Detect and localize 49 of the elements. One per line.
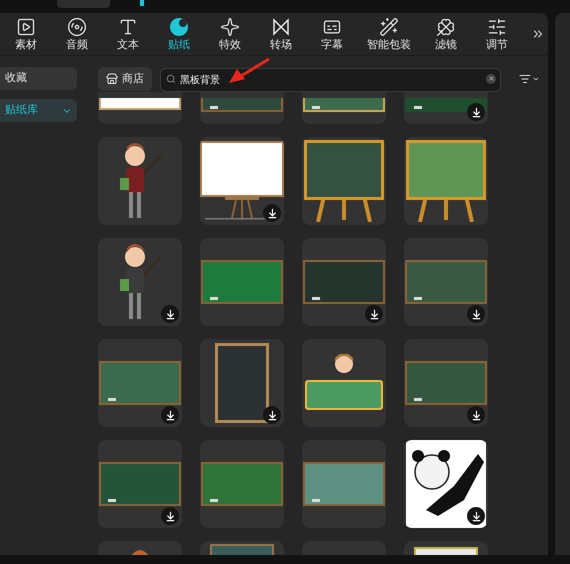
tab[interactable]: 智能包装 xyxy=(358,16,420,52)
sticker-tile[interactable] xyxy=(302,440,386,528)
sticker-tile[interactable] xyxy=(200,339,284,427)
sticker-tile[interactable] xyxy=(98,440,182,528)
star-icon xyxy=(220,16,240,36)
tab[interactable]: 转场 xyxy=(256,16,306,52)
sticker-icon xyxy=(169,16,189,36)
download-icon[interactable] xyxy=(263,204,281,222)
text-icon xyxy=(118,16,138,36)
sticker-tile[interactable] xyxy=(404,339,488,427)
music-disc-icon xyxy=(67,16,87,36)
sticker-tile[interactable] xyxy=(98,238,182,326)
filter-icon[interactable] xyxy=(519,73,540,85)
tab[interactable]: 特效 xyxy=(205,16,255,52)
sparkles-icon xyxy=(379,16,399,36)
tab[interactable]: 滤镜 xyxy=(421,16,471,52)
store-icon xyxy=(106,73,118,85)
filter-circles-icon xyxy=(436,16,456,36)
download-icon[interactable] xyxy=(161,406,179,424)
sticker-tile[interactable] xyxy=(98,339,182,427)
tab[interactable]: 素材 xyxy=(1,16,51,52)
tab[interactable]: 文本 xyxy=(103,16,153,52)
tab[interactable]: 贴纸 xyxy=(154,16,204,52)
tab[interactable]: 字幕 xyxy=(307,16,357,52)
tab[interactable]: 音频 xyxy=(52,16,102,52)
download-icon[interactable] xyxy=(263,406,281,424)
search-field[interactable]: 黑板背景 xyxy=(160,68,501,92)
download-icon[interactable] xyxy=(467,406,485,424)
play-square-icon xyxy=(16,16,36,36)
download-icon[interactable] xyxy=(161,507,179,525)
annotation-arrow xyxy=(227,57,271,85)
search-icon xyxy=(166,74,176,84)
sliders-icon xyxy=(487,16,507,36)
sidebar-item[interactable]: 收藏 xyxy=(0,67,77,90)
sticker-tile[interactable] xyxy=(302,339,386,427)
download-icon[interactable] xyxy=(161,305,179,323)
sticker-tile[interactable] xyxy=(98,137,182,225)
sticker-tile[interactable] xyxy=(404,238,488,326)
download-icon[interactable] xyxy=(365,305,383,323)
sidebar-item[interactable]: 贴纸库 xyxy=(0,99,77,122)
sticker-tile[interactable] xyxy=(200,238,284,326)
sticker-tile[interactable] xyxy=(200,440,284,528)
download-icon[interactable] xyxy=(467,305,485,323)
tab[interactable]: 调节 xyxy=(472,16,522,52)
bowtie-icon xyxy=(271,16,291,36)
download-icon[interactable] xyxy=(467,103,485,121)
accent-marker xyxy=(140,0,144,6)
shop-button[interactable]: 商店 xyxy=(98,67,152,91)
sticker-tile[interactable] xyxy=(302,238,386,326)
